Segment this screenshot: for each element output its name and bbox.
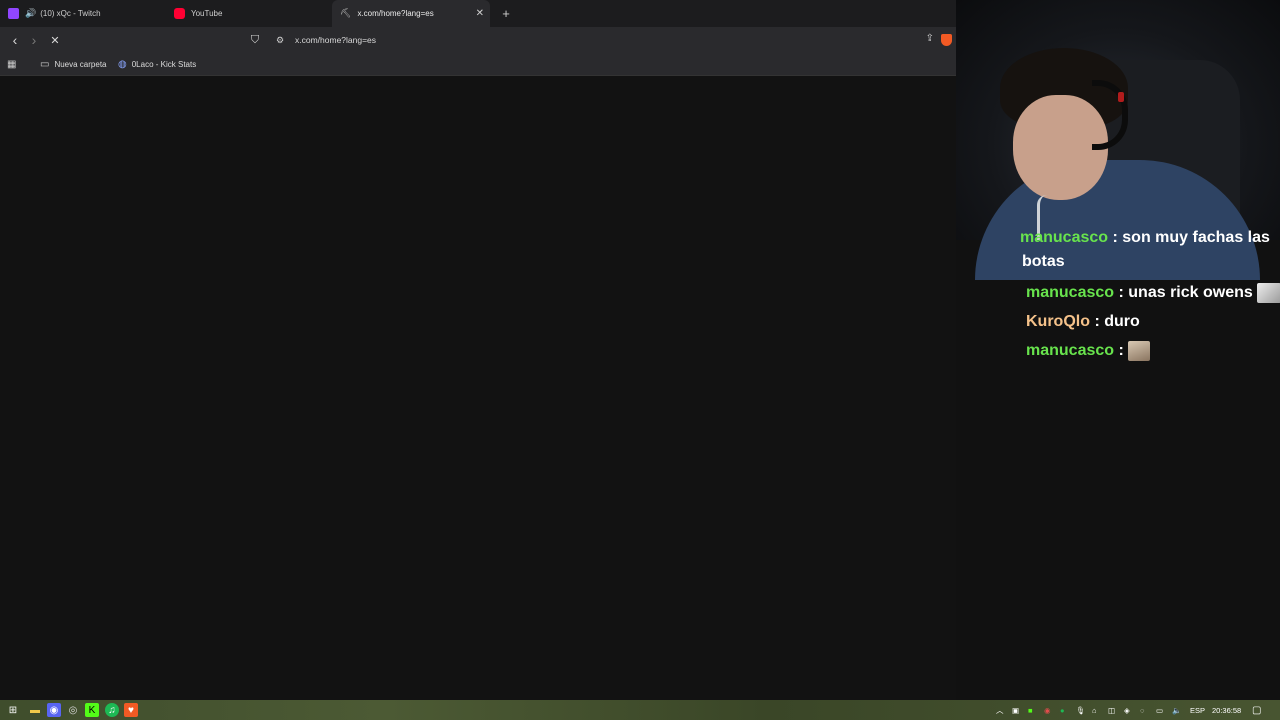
show-hidden-icons[interactable]: ︿ [996, 703, 1004, 717]
screen: 🔊 (10) xQc - Twitch YouTube ⛏ x.com/home… [0, 0, 1280, 720]
volume-icon[interactable]: 🔈 [1172, 703, 1181, 717]
notifications-icon[interactable]: ▢ [1252, 703, 1261, 717]
chat-username: manucasco [1026, 284, 1115, 302]
twitch-icon [8, 8, 19, 19]
headset-accent [1118, 92, 1124, 102]
chat-message: KuroQlo : duro [1026, 313, 1140, 331]
brave-shields-icon[interactable] [941, 34, 952, 46]
recording-tray-icon[interactable]: ◉ [1044, 703, 1051, 717]
usb-tray-icon[interactable]: ⌂ [1092, 703, 1097, 717]
kick-tray-icon[interactable]: ■ [1028, 703, 1033, 717]
tab-x-home[interactable]: ⛏ x.com/home?lang=es ✕ [332, 0, 490, 27]
chat-message: botas [1022, 253, 1065, 271]
nvidia-tray-icon[interactable]: ◫ [1108, 703, 1115, 717]
gamepad-tray-icon[interactable]: ◈ [1124, 703, 1130, 717]
chat-separator: : [1118, 342, 1124, 360]
back-button[interactable]: ‹ [6, 31, 24, 49]
spotify-tray-icon[interactable]: ● [1060, 703, 1065, 717]
chat-username: manucasco [1026, 342, 1115, 360]
bookmark-label: Nueva carpeta [54, 60, 107, 69]
share-icon[interactable]: ⇪ [926, 33, 934, 44]
bookmark-folder[interactable]: ▭ Nueva carpeta [40, 57, 106, 72]
chat-message: manucasco : unas rick owens [1026, 283, 1280, 303]
kick-icon[interactable]: K [85, 703, 99, 717]
page-content [0, 76, 956, 700]
tab-title: x.com/home?lang=es [357, 9, 434, 18]
tab-youtube[interactable]: YouTube [174, 0, 330, 27]
chat-text: botas [1022, 253, 1065, 270]
chat-text: duro [1104, 313, 1140, 330]
taskbar: ⊞ ▬ ◉ ◎ K ♫ ♥ ︿ ▣ ■ ◉ ● 🎙 ⌂ ◫ ◈ ◌ ▭ 🔈 ES… [0, 700, 1280, 720]
apps-grid-icon[interactable]: ▦ [7, 57, 21, 72]
youtube-icon [174, 8, 185, 19]
toolbar: ‹ › ✕ ⛉ ⚙ x.com/home?lang=es ⇪ [0, 27, 956, 53]
chat-text: son muy fachas las [1122, 229, 1270, 246]
address-bar[interactable]: ⚙ x.com/home?lang=es ⇪ [270, 30, 952, 50]
obs-icon[interactable]: ◎ [66, 703, 80, 717]
site-settings-icon[interactable]: ⚙ [276, 35, 290, 46]
browser-window: 🔊 (10) xQc - Twitch YouTube ⛏ x.com/home… [0, 0, 956, 700]
emote-image [1257, 283, 1280, 303]
chat-username: KuroQlo [1026, 313, 1090, 330]
language-indicator[interactable]: ESP [1190, 703, 1205, 717]
microphone-tray-icon[interactable]: 🎙 [1076, 703, 1086, 717]
discord-icon[interactable]: ◉ [47, 703, 61, 717]
steam-tray-icon[interactable]: ◌ [1140, 703, 1144, 717]
bookmark-page-icon[interactable]: ⛉ [246, 31, 264, 49]
tab-title: (10) xQc - Twitch [40, 9, 101, 18]
address-url: x.com/home?lang=es [295, 35, 377, 45]
loading-icon: ⛏ [340, 8, 352, 18]
speaker-icon: 🔊 [25, 8, 37, 18]
brave-icon[interactable]: ♥ [124, 703, 138, 717]
tab-bar: 🔊 (10) xQc - Twitch YouTube ⛏ x.com/home… [0, 0, 956, 27]
chat-text: unas rick owens [1128, 284, 1253, 302]
chat-username: manucasco [1020, 229, 1109, 246]
tab-title: YouTube [191, 9, 223, 18]
bookmarks-bar: ▦ ▭ Nueva carpeta ◍ 0Laco - Kick Stats [0, 53, 956, 76]
windows-start-icon[interactable]: ⊞ [6, 703, 20, 717]
stop-loading-button[interactable]: ✕ [46, 31, 64, 49]
tray-app-icon[interactable]: ▣ [1012, 703, 1019, 717]
file-explorer-icon[interactable]: ▬ [28, 703, 42, 717]
new-tab-button[interactable]: + [498, 4, 514, 22]
network-icon[interactable]: ▭ [1156, 703, 1163, 717]
spotify-icon[interactable]: ♫ [105, 703, 119, 717]
close-tab-icon[interactable]: ✕ [476, 8, 484, 19]
folder-icon: ▭ [40, 59, 50, 70]
chat-message: manucasco : [1026, 341, 1151, 361]
bookmark-label: 0Laco - Kick Stats [131, 60, 197, 69]
forward-button[interactable]: › [25, 31, 43, 49]
chat-separator: : [1118, 284, 1124, 302]
chat-separator: : [1094, 313, 1100, 330]
emote-image [1128, 341, 1151, 361]
tab-twitch[interactable]: 🔊 (10) xQc - Twitch [8, 0, 168, 27]
clock[interactable]: 20:36:58 [1212, 703, 1241, 717]
chat-separator: : [1112, 229, 1118, 246]
kick-stats-icon: ◍ [118, 59, 127, 70]
chat-message: manucasco : son muy fachas las [1020, 229, 1270, 247]
bookmark-kick-stats[interactable]: ◍ 0Laco - Kick Stats [118, 57, 196, 72]
